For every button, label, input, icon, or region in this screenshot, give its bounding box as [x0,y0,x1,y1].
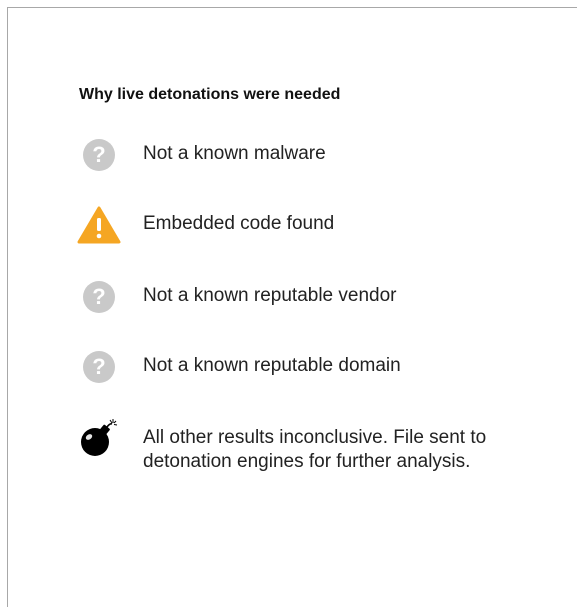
reason-item-not-reputable-vendor: ? Not a known reputable vendor [77,279,397,315]
question-circle-icon: ? [77,349,121,385]
reason-label: Not a known reputable vendor [143,285,397,306]
reason-item-not-reputable-domain: ? Not a known reputable domain [77,349,401,385]
warning-triangle-icon [77,206,121,244]
reason-label: All other results inconclusive. File sen… [143,427,487,472]
question-circle-icon: ? [77,279,121,315]
reason-item-not-known-malware: ? Not a known malware [77,137,326,173]
reason-label: Not a known malware [143,143,326,164]
svg-text:?: ? [92,354,105,379]
reason-label: Embedded code found [143,213,335,234]
reason-label: Not a known reputable domain [143,355,401,376]
panel-heading: Why live detonations were needed [79,86,341,103]
question-circle-icon: ? [77,137,121,173]
detonation-reasons-panel: Why live detonations were needed ? Not a… [7,7,577,607]
svg-text:?: ? [92,284,105,309]
svg-text:?: ? [92,142,105,167]
bomb-icon [77,419,121,457]
reason-item-inconclusive: All other results inconclusive. File sen… [77,419,513,474]
reason-item-embedded-code: Embedded code found [77,206,335,244]
